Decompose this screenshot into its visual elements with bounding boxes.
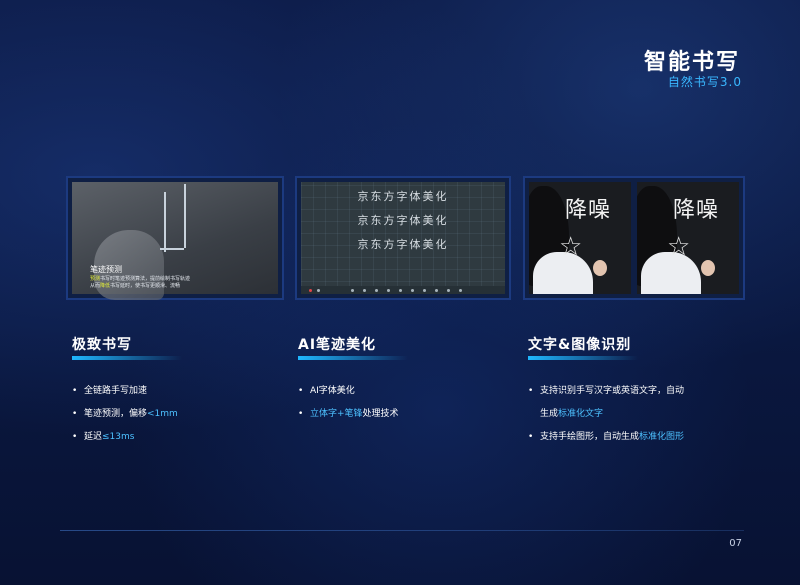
list-item: 支持手绘图形，自动生成标准化图形 [528, 426, 684, 449]
handwriting-line: 京东方字体美化 [357, 238, 449, 251]
caption-text: 预测书写时笔迹预测算法，提前绘制书写轨迹 从而降低书写延时，使书写更顺滑、流畅 [90, 276, 230, 290]
feature-list: AI字体美化 立体字+笔锋处理技术 [298, 380, 399, 426]
list-item-text: AI字体美化 [310, 386, 355, 396]
blackboard-photo-after: 降噪 ☆ [637, 182, 739, 294]
blackboard-photo-before: 降噪 ☆ [529, 182, 631, 294]
toolbar-icon [387, 289, 390, 292]
toolbar-icon [411, 289, 414, 292]
caption-title: 笔迹预测 [90, 265, 122, 274]
toolbar-icon [447, 289, 450, 292]
chalk-text: 降噪 [565, 198, 612, 223]
list-item-text: 支持识别手写汉字或英语文字，自动 [540, 386, 685, 396]
caption-segment: 书写时笔迹预测算法，提前绘制书写轨迹 [100, 276, 191, 282]
person-hand [701, 260, 715, 276]
toolbar-icon [459, 289, 462, 292]
section-title-ai-beautify: AI笔迹美化 [298, 337, 377, 353]
toolbar-icon [363, 289, 366, 292]
toolbar-icon [317, 289, 320, 292]
list-item-highlight: <1mm [147, 409, 178, 419]
handwriting-line: 京东方字体美化 [357, 214, 449, 227]
chalk-text: 降噪 [673, 198, 720, 223]
slide: 智能书写 自然书写3.0 笔迹预测 预测书写时笔迹预测算法，提前绘制书写轨迹 从… [0, 0, 800, 585]
list-item: 延迟≤13ms [72, 426, 178, 449]
person-hand [593, 260, 607, 276]
recognition-preview-image: 降噪 ☆ 降噪 ☆ [523, 176, 745, 300]
slide-subtitle: 自然书写3.0 [667, 75, 742, 89]
star-icon: ☆ [667, 232, 691, 262]
writing-preview-image: 笔迹预测 预测书写时笔迹预测算法，提前绘制书写轨迹 从而降低书写延时，使书写更顺… [66, 176, 284, 300]
list-item-highlight: 立体字+笔锋 [310, 409, 363, 419]
handwriting-line: 京东方字体美化 [357, 190, 449, 203]
list-item-text: 延迟 [84, 432, 103, 442]
list-item: 支持识别手写汉字或英语文字，自动 [528, 380, 684, 403]
whiteboard-canvas: 京东方字体美化 京东方字体美化 京东方字体美化 [301, 182, 505, 294]
list-item: 笔迹预测，偏移<1mm [72, 403, 178, 426]
page-number: 07 [729, 538, 742, 549]
list-item-continuation: 生成标准化文字 [528, 403, 684, 426]
toolbar-icon [375, 289, 378, 292]
toolbar-icon [423, 289, 426, 292]
list-item-text: 生成 [540, 409, 559, 419]
star-icon: ☆ [559, 232, 583, 262]
section-underline [72, 356, 182, 360]
caption-highlight: 降低 [100, 283, 111, 289]
list-item-highlight: 标准化图形 [639, 432, 685, 442]
list-item-highlight: ≤13ms [102, 432, 135, 442]
toolbar-icon [399, 289, 402, 292]
beautify-preview-image: 京东方字体美化 京东方字体美化 京东方字体美化 [295, 176, 511, 300]
list-item: 全链路手写加速 [72, 380, 178, 403]
caption-highlight: 预测 [90, 276, 101, 282]
list-item-text: 支持手绘图形，自动生成 [540, 432, 640, 442]
list-item-text: 处理技术 [362, 409, 399, 419]
section-title-extreme-writing: 极致书写 [72, 337, 132, 353]
section-underline [528, 356, 638, 360]
list-item-highlight: 标准化文字 [558, 409, 604, 419]
slide-title: 智能书写 [643, 50, 740, 75]
toolbar-icon [309, 289, 312, 292]
caption-segment: 书写延时，使书写更顺滑、流畅 [110, 283, 181, 289]
pen-stroke [164, 192, 166, 252]
feature-list: 支持识别手写汉字或英语文字，自动 生成标准化文字 支持手绘图形，自动生成标准化图… [528, 380, 684, 449]
caption-segment: 从而 [90, 283, 101, 289]
list-item-text: 全链路手写加速 [84, 386, 148, 396]
writing-preview-canvas: 笔迹预测 预测书写时笔迹预测算法，提前绘制书写轨迹 从而降低书写延时，使书写更顺… [72, 182, 278, 300]
toolbar-icon [351, 289, 354, 292]
pen-stroke [160, 248, 184, 250]
list-item-text: 笔迹预测，偏移 [84, 409, 148, 419]
section-underline [298, 356, 408, 360]
list-item: 立体字+笔锋处理技术 [298, 403, 399, 426]
section-title-recognition: 文字&图像识别 [528, 337, 632, 353]
feature-list: 全链路手写加速 笔迹预测，偏移<1mm 延迟≤13ms [72, 380, 178, 449]
footer-divider [60, 530, 744, 531]
whiteboard-toolbar [301, 286, 505, 294]
toolbar-icon [435, 289, 438, 292]
pen-stroke [184, 184, 186, 248]
list-item: AI字体美化 [298, 380, 399, 403]
